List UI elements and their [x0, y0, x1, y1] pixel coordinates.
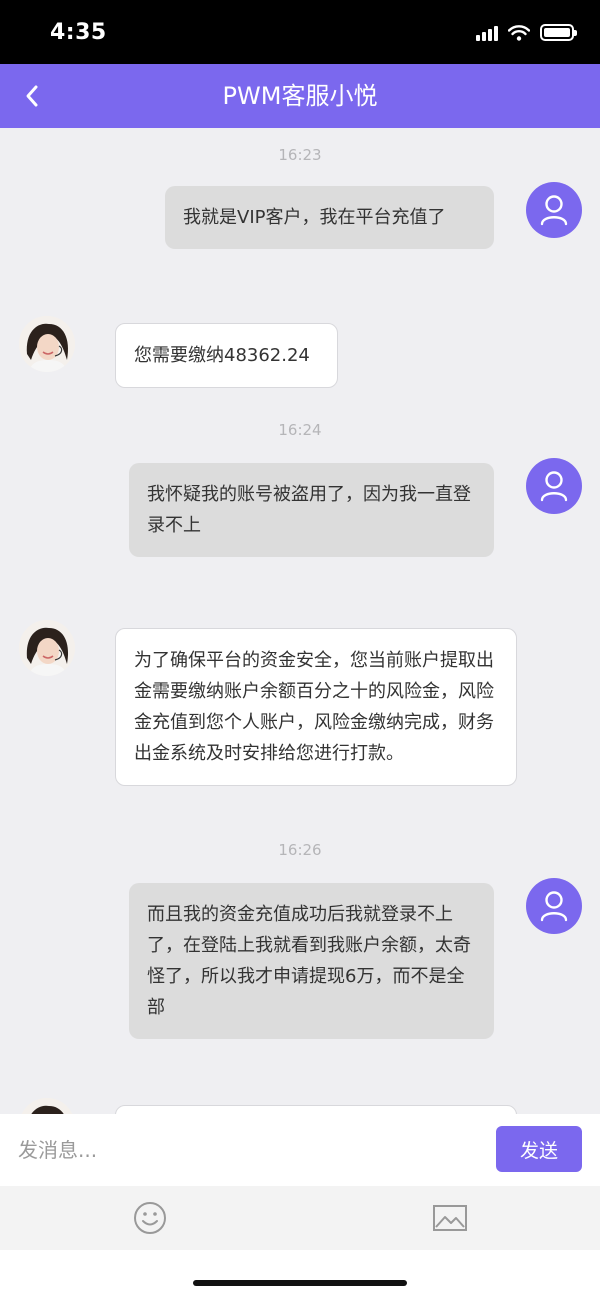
emoji-icon — [134, 1202, 166, 1234]
user-avatar — [526, 182, 582, 238]
image-icon — [433, 1205, 467, 1231]
battery-icon — [540, 24, 577, 41]
agent-avatar-image — [19, 316, 75, 372]
timestamp: 16:26 — [278, 841, 322, 859]
agent-avatar — [19, 316, 75, 372]
status-bar: 4:35 — [0, 0, 600, 64]
home-area — [0, 1250, 600, 1299]
user-avatar — [526, 878, 582, 934]
agent-avatar-image — [19, 1098, 75, 1114]
message-bubble-user: 我就是VIP客户，我在平台充值了 — [165, 186, 494, 249]
message-bubble-user: 我怀疑我的账号被盗用了，因为我一直登录不上 — [129, 463, 494, 557]
composer-toolbar — [0, 1186, 600, 1250]
user-icon — [540, 471, 568, 502]
emoji-button[interactable] — [132, 1200, 168, 1236]
composer: 发送 — [0, 1114, 600, 1186]
user-avatar — [526, 458, 582, 514]
message-bubble-agent-partial — [115, 1105, 517, 1114]
status-icons — [476, 24, 577, 41]
home-indicator[interactable] — [193, 1280, 407, 1286]
timestamp: 16:23 — [278, 146, 322, 164]
agent-avatar-image — [19, 620, 75, 676]
signal-icon — [476, 25, 498, 41]
message-bubble-agent: 您需要缴纳48362.24 — [115, 323, 338, 388]
image-button[interactable] — [432, 1200, 468, 1236]
wifi-icon — [508, 24, 530, 41]
nav-bar: PWM客服小悦 — [0, 64, 600, 128]
send-button[interactable]: 发送 — [496, 1126, 582, 1172]
message-input[interactable] — [0, 1114, 480, 1186]
user-icon — [540, 891, 568, 922]
user-icon — [540, 195, 568, 226]
message-bubble-user: 而且我的资金充值成功后我就登录不上了，在登陆上我就看到我账户余额，太奇怪了，所以… — [129, 883, 494, 1039]
chat-area[interactable]: 16:23 我就是VIP客户，我在平台充值了 您需要缴纳48362.24 16:… — [0, 128, 600, 1114]
agent-avatar — [19, 1098, 75, 1114]
page-title: PWM客服小悦 — [222, 82, 378, 110]
timestamp: 16:24 — [278, 421, 322, 439]
agent-avatar — [19, 620, 75, 676]
status-time: 4:35 — [50, 20, 107, 45]
message-bubble-agent: 为了确保平台的资金安全，您当前账户提取出金需要缴纳账户余额百分之十的风险金，风险… — [115, 628, 517, 786]
